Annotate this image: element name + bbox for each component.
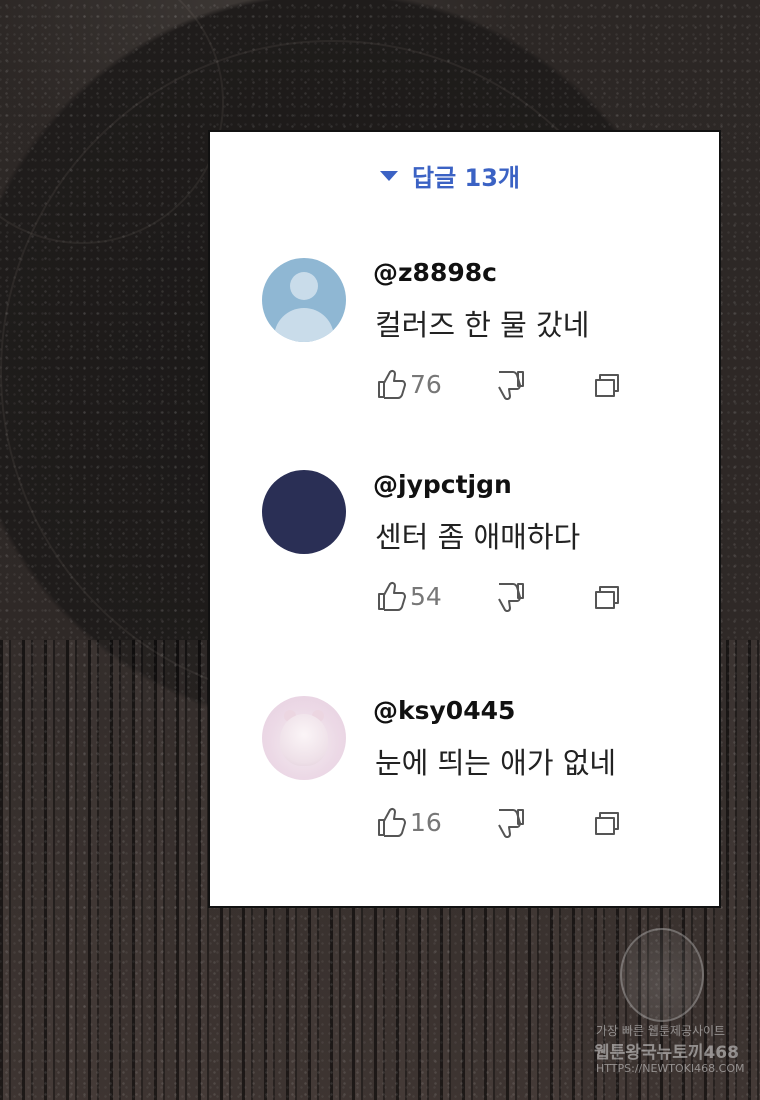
thumbs-down-icon bbox=[498, 371, 524, 400]
comment-item: @z8898c 컬러즈 한 물 갔네 76 bbox=[262, 258, 702, 428]
reply-icon bbox=[595, 586, 619, 609]
dislike-button[interactable] bbox=[496, 806, 526, 838]
reply-icon bbox=[595, 374, 619, 397]
like-count: 16 bbox=[410, 807, 442, 837]
watermark-title: 웹툰왕국뉴토끼468 bbox=[594, 1043, 739, 1063]
site-watermark: 가장 빠른 웹툰제공사이트 웹툰왕국뉴토끼468 HTTPS://NEWTOKI… bbox=[590, 920, 744, 1080]
thumbs-up-icon bbox=[378, 807, 406, 837]
caret-down-icon bbox=[380, 170, 398, 181]
reply-icon bbox=[595, 812, 619, 835]
thumbs-up-icon bbox=[378, 581, 406, 611]
comment-actions: 16 bbox=[376, 806, 696, 842]
replies-toggle[interactable]: 답글 13개 bbox=[380, 158, 520, 193]
navy-avatar[interactable] bbox=[262, 470, 346, 554]
like-count: 54 bbox=[410, 581, 442, 611]
comment-item: @ksy0445 눈에 띄는 애가 없네 16 bbox=[262, 696, 702, 866]
thumbs-down-icon bbox=[498, 583, 524, 612]
like-button[interactable]: 16 bbox=[376, 806, 442, 838]
comment-replies-panel: 답글 13개 @z8898c 컬러즈 한 물 갔네 76 @jypctjgn 센… bbox=[208, 130, 721, 908]
comment-text: 컬러즈 한 물 갔네 bbox=[375, 308, 590, 342]
thumbs-down-icon bbox=[498, 809, 524, 838]
comment-username[interactable]: @ksy0445 bbox=[373, 696, 515, 725]
hamster-photo-avatar[interactable] bbox=[262, 696, 346, 780]
like-button[interactable]: 54 bbox=[376, 580, 442, 612]
comment-actions: 54 bbox=[376, 580, 696, 616]
avatar-body-shape bbox=[274, 308, 334, 342]
avatar-head-shape bbox=[290, 272, 318, 300]
replies-count-label: 답글 13개 bbox=[412, 164, 520, 192]
reply-button[interactable] bbox=[592, 806, 622, 838]
thumbs-up-icon bbox=[378, 369, 406, 399]
dislike-button[interactable] bbox=[496, 368, 526, 400]
like-count: 76 bbox=[410, 369, 442, 399]
like-button[interactable]: 76 bbox=[376, 368, 442, 400]
background-arc bbox=[0, 0, 224, 244]
comment-item: @jypctjgn 센터 좀 애매하다 54 bbox=[262, 470, 702, 640]
reply-button[interactable] bbox=[592, 368, 622, 400]
default-avatar[interactable] bbox=[262, 258, 346, 342]
dislike-button[interactable] bbox=[496, 580, 526, 612]
comment-actions: 76 bbox=[376, 368, 696, 404]
watermark-tagline: 가장 빠른 웹툰제공사이트 bbox=[596, 1024, 726, 1038]
comment-text: 센터 좀 애매하다 bbox=[375, 520, 581, 554]
reply-button[interactable] bbox=[592, 580, 622, 612]
comment-username[interactable]: @z8898c bbox=[373, 258, 497, 287]
hamster-figure bbox=[280, 714, 328, 766]
comment-username[interactable]: @jypctjgn bbox=[373, 470, 512, 499]
watermark-url: HTTPS://NEWTOKI468.COM bbox=[596, 1062, 745, 1075]
comment-text: 눈에 띄는 애가 없네 bbox=[375, 746, 617, 780]
watermark-mascot-icon bbox=[620, 928, 704, 1022]
